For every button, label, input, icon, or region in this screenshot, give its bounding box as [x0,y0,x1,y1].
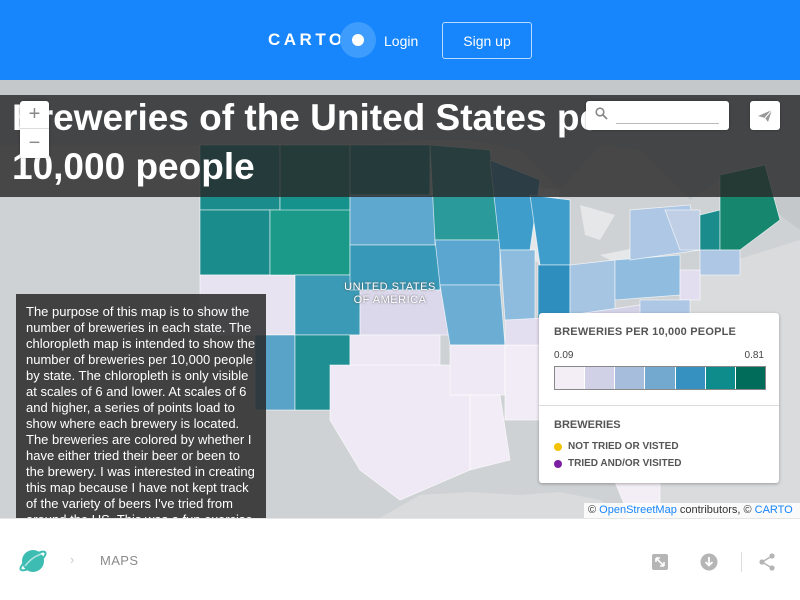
country-label-line2: OF AMERICA [353,294,427,306]
country-label: UNITED STATES OF AMERICA [340,281,440,307]
openstreetmap-link[interactable]: OpenStreetMap [599,504,677,516]
legend-ramp-swatch [585,367,616,389]
zoom-control: + − [20,101,49,158]
legend-choropleth-title: BREWERIES PER 10,000 PEOPLE [554,326,737,338]
send-button[interactable] [750,101,780,130]
carto-logo[interactable]: CARTO [268,22,376,58]
carto-link[interactable]: CARTO [755,504,793,516]
planet-icon[interactable] [18,546,48,581]
fullscreen-icon[interactable] [651,553,669,576]
legend-max-value: 0.81 [744,350,764,361]
search-input[interactable] [616,123,719,124]
legend-ramp-swatch [645,367,676,389]
logo-circle-icon [339,22,376,58]
legend-item-not-tried: NOT TRIED OR VISTED [554,441,679,452]
share-icon[interactable] [759,553,775,576]
map-legend: BREWERIES PER 10,000 PEOPLE 0.09 0.81 BR… [539,313,779,483]
map-description-panel: The purpose of this map is to show the n… [16,294,266,518]
legend-ramp-swatch [615,367,646,389]
map-title: Breweries of the United States per 10,00… [12,97,615,187]
legend-points-title: BREWERIES [554,419,621,431]
map-attribution: © OpenStreetMap contributors, © CARTO [584,503,800,518]
paper-plane-icon [758,109,773,122]
legend-ramp-swatch [705,367,736,389]
legend-ramp-swatch [735,367,765,389]
breadcrumb-maps[interactable]: MAPS [100,553,138,568]
legend-ramp-swatch [675,367,706,389]
map-search-box[interactable] [586,101,729,130]
legend-item-label: TRIED AND/OR VISITED [568,458,682,469]
logo-text: CARTO [268,30,346,49]
attribution-prefix: © [588,504,600,516]
legend-ramp-swatch [555,367,586,389]
search-icon [595,107,608,123]
zoom-in-button[interactable]: + [20,101,49,129]
download-icon[interactable] [700,553,718,576]
footer-divider [741,552,742,572]
legend-divider [539,405,779,406]
yellow-dot-icon [554,442,562,451]
login-link[interactable]: Login [384,33,418,49]
map-description-text: The purpose of this map is to show the n… [26,304,256,518]
breadcrumb-chevron-icon: › [70,552,75,567]
footer-bar: › MAPS [0,518,800,600]
zoom-out-button[interactable]: − [20,129,49,157]
attribution-middle: contributors, © [676,504,755,516]
legend-min-value: 0.09 [554,350,574,361]
legend-item-label: NOT TRIED OR VISTED [568,441,679,452]
legend-color-ramp [554,366,766,390]
purple-dot-icon [554,459,562,468]
legend-item-tried: TRIED AND/OR VISITED [554,458,682,469]
top-navbar: CARTO Login Sign up [0,0,800,80]
signup-button[interactable]: Sign up [442,22,532,59]
country-label-line1: UNITED STATES [344,281,436,293]
